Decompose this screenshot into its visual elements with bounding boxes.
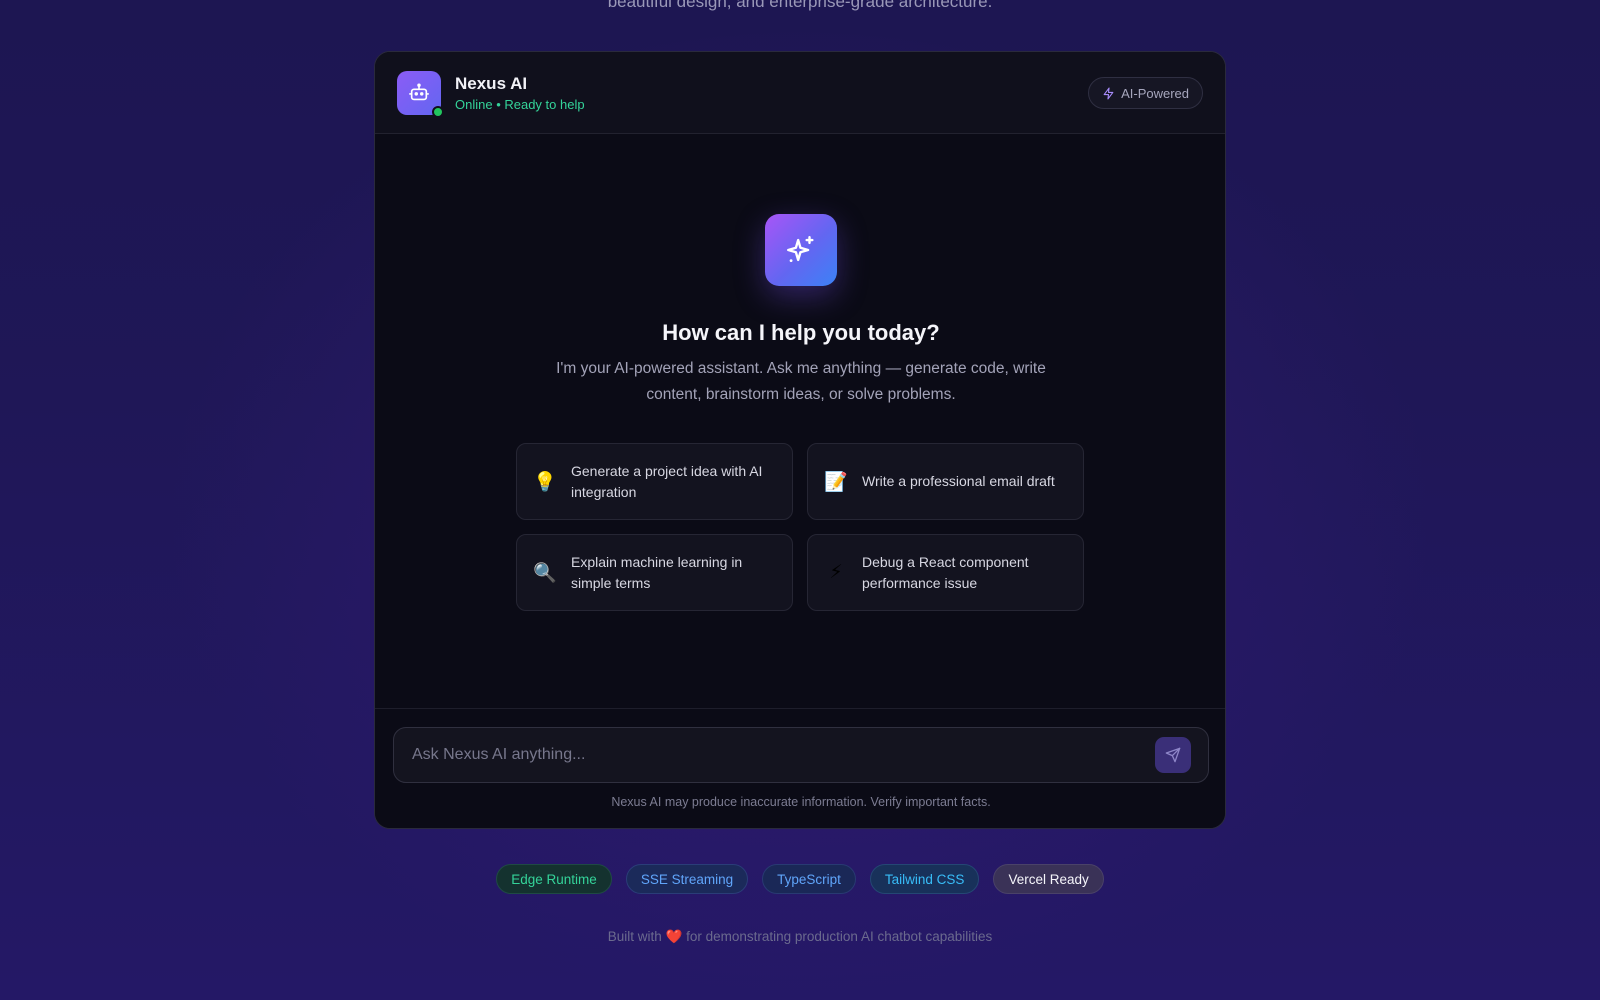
chat-input[interactable]: [412, 746, 1155, 764]
tech-badge-typescript: TypeScript: [762, 864, 856, 894]
lightning-icon: [1103, 87, 1114, 99]
ai-badge-label: AI-Powered: [1121, 85, 1189, 101]
tech-badges: Edge Runtime SSE Streaming TypeScript Ta…: [0, 864, 1600, 894]
suggestion-text: Debug a React component performance issu…: [862, 553, 1029, 591]
footer-before: Built with: [607, 929, 662, 944]
ai-powered-badge: AI-Powered: [1088, 77, 1203, 109]
suggestion-grid: 💡 Generate a project idea with AI integr…: [516, 443, 1086, 611]
footer-after: for demonstrating production AI chatbot …: [686, 929, 993, 944]
suggestion-card-project-idea[interactable]: 💡 Generate a project idea with AI integr…: [516, 443, 793, 520]
chat-input-box: [393, 727, 1209, 783]
welcome-subtitle: I'm your AI-powered assistant. Ask me an…: [556, 360, 1046, 403]
suggestion-card-email-draft[interactable]: 📝 Write a professional email draft: [807, 443, 1084, 520]
suggestion-text: Generate a project idea with AI integrat…: [571, 462, 763, 500]
magnifier-icon: 🔍: [533, 562, 557, 584]
send-button[interactable]: [1155, 737, 1191, 773]
welcome-title: How can I help you today?: [662, 320, 940, 345]
tech-badge-sse-streaming: SSE Streaming: [625, 864, 749, 894]
lightning-icon: ⚡: [829, 562, 843, 583]
lightbulb-icon: 💡: [533, 471, 557, 493]
suggestion-card-explain-ml[interactable]: 🔍 Explain machine learning in simple ter…: [516, 534, 793, 611]
suggestion-text: Write a professional email draft: [862, 473, 1055, 489]
footer-note: Built with ❤️ for demonstrating producti…: [0, 929, 1600, 945]
tech-badge-vercel-ready: Vercel Ready: [993, 864, 1104, 894]
memo-icon: 📝: [824, 471, 848, 493]
chat-header: Nexus AI Online • Ready to help AI-Power…: [375, 52, 1225, 134]
composer: Nexus AI may produce inaccurate informat…: [375, 708, 1225, 828]
online-indicator: [432, 105, 444, 118]
bot-status: Online • Ready to help: [455, 96, 585, 112]
disclaimer: Nexus AI may produce inaccurate informat…: [611, 795, 991, 809]
suggestion-card-debug-react[interactable]: ⚡ Debug a React component performance is…: [807, 534, 1084, 611]
send-icon: [1165, 747, 1181, 763]
sparkles-tile: [765, 214, 837, 286]
tech-badge-tailwind: Tailwind CSS: [869, 864, 980, 894]
suggestion-text: Explain machine learning in simple terms: [571, 553, 743, 591]
bot-name: Nexus AI: [455, 73, 528, 93]
welcome-panel: How can I help you today? I'm your AI-po…: [375, 134, 1225, 408]
robot-icon: [409, 82, 429, 100]
heart-icon: ❤️: [665, 929, 683, 944]
intro-text: beautiful design, and enterprise-grade a…: [607, 0, 993, 11]
bot-avatar: [397, 70, 444, 118]
sparkles-icon: [787, 236, 814, 263]
chat-window: Nexus AI Online • Ready to help AI-Power…: [374, 51, 1226, 829]
tech-badge-edge-runtime: Edge Runtime: [496, 864, 612, 894]
